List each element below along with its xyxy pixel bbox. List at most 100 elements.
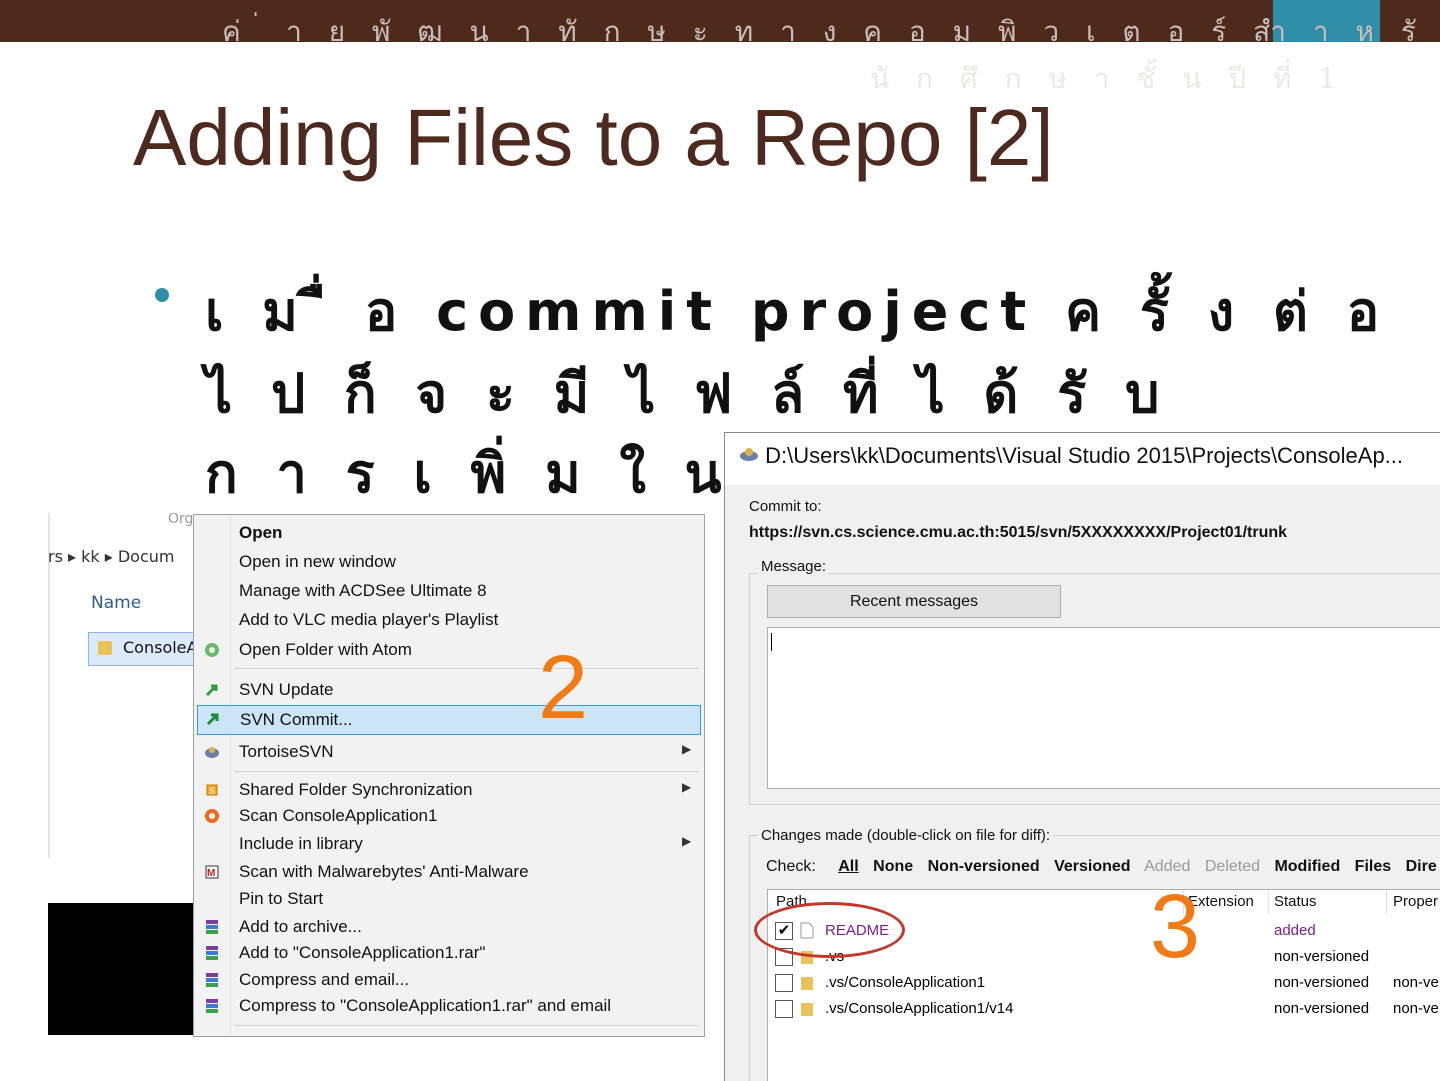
filter-modified[interactable]: Modified: [1274, 858, 1340, 875]
name-column-header[interactable]: Name: [91, 593, 141, 613]
black-panel: [48, 903, 198, 1035]
bullet-icon: [155, 288, 169, 302]
organize-menu[interactable]: Org: [168, 513, 193, 527]
text-caret: [771, 633, 772, 651]
dialog-title-text: D:\Users\kk\Documents\Visual Studio 2015…: [765, 443, 1404, 468]
menu-item-acdsee[interactable]: Manage with ACDSee Ultimate 8: [194, 578, 704, 604]
menu-item-compress-email[interactable]: Compress and email...: [194, 967, 704, 993]
commit-url: https://svn.cs.science.cmu.ac.th:5015/sv…: [749, 524, 1288, 541]
atom-icon: [204, 642, 220, 658]
submenu-arrow-icon: ▶: [682, 834, 692, 848]
commit-message-input[interactable]: [767, 627, 1440, 789]
winrar-icon: [204, 998, 220, 1014]
menu-item-vlc[interactable]: Add to VLC media player's Playlist: [194, 607, 704, 633]
menu-item-atom[interactable]: Open Folder with Atom: [194, 637, 704, 663]
menu-item-label: Add to "ConsoleApplication1.rar": [239, 943, 486, 962]
tortoise-icon: [204, 744, 220, 760]
folder-icon: [800, 974, 814, 991]
menu-item-label: Open Folder with Atom: [239, 640, 412, 659]
file-path: .vs/ConsoleApplication1: [825, 974, 986, 991]
slide-title: Adding Files to a Repo [2]: [133, 93, 1054, 182]
dialog-title: D:\Users\kk\Documents\Visual Studio 2015…: [739, 443, 1403, 469]
file-explorer-window: Org rs ▸ kk ▸ Docum Name ConsoleA: [48, 513, 198, 1035]
bullet-line-1: เ ม ื่ อ commit project ค รั้ ง ต่ อ: [205, 280, 1390, 343]
svg-text:M: M: [207, 868, 215, 879]
menu-separator: [234, 771, 699, 772]
menu-item-open[interactable]: Open: [194, 520, 704, 546]
file-checkbox[interactable]: [775, 1000, 793, 1018]
file-props: non-ve: [1393, 974, 1439, 991]
menu-item-add-to-archive[interactable]: Add to archive...: [194, 914, 704, 940]
filter-added[interactable]: Added: [1144, 858, 1190, 875]
svg-text:S: S: [209, 786, 215, 796]
banner-text: ค่ ่ า ย พั ฒ น า ทั ก ษ ะ ท า ง ค อ ม พ…: [222, 15, 1440, 48]
menu-item-tortoisesvn[interactable]: TortoiseSVN ▶: [194, 739, 704, 765]
column-separator: [1386, 890, 1387, 914]
svn-commit-dialog: D:\Users\kk\Documents\Visual Studio 2015…: [724, 432, 1440, 1081]
filter-versioned[interactable]: Versioned: [1054, 858, 1130, 875]
menu-item-label: Open in new window: [239, 552, 396, 571]
menu-item-label: Open: [239, 523, 283, 542]
menu-item-label: Add to archive...: [239, 917, 362, 936]
menu-item-malwarebytes[interactable]: M Scan with Malwarebytes' Anti-Malware: [194, 859, 704, 885]
menu-item-label: Manage with ACDSee Ultimate 8: [239, 581, 487, 600]
breadcrumb[interactable]: rs ▸ kk ▸ Docum: [48, 547, 174, 566]
menu-item-label: Scan ConsoleApplication1: [239, 806, 438, 825]
column-separator: [1268, 890, 1269, 914]
menu-item-label: Scan with Malwarebytes' Anti-Malware: [239, 862, 529, 881]
file-row-vs-consoleapp[interactable]: .vs/ConsoleApplication1 non-versioned no…: [768, 970, 1440, 996]
filter-none[interactable]: None: [873, 858, 913, 875]
menu-item-label: Pin to Start: [239, 889, 324, 908]
filter-non-versioned[interactable]: Non-versioned: [928, 858, 1040, 875]
sync-icon: S: [204, 782, 220, 798]
file-status: non-versioned: [1274, 1000, 1370, 1017]
readme-highlight-circle: [754, 902, 905, 958]
column-header-properties[interactable]: Proper: [1393, 893, 1438, 917]
message-label: Message:: [758, 558, 830, 575]
filter-all[interactable]: All: [838, 858, 858, 875]
submenu-arrow-icon: ▶: [682, 742, 692, 756]
svn-commit-icon: [205, 711, 221, 727]
menu-item-scan[interactable]: Scan ConsoleApplication1: [194, 803, 704, 829]
menu-item-shared-folder-sync[interactable]: S Shared Folder Synchronization ▶: [194, 777, 704, 803]
check-filter-row: Check: All None Non-versioned Versioned …: [766, 858, 1440, 876]
file-status: non-versioned: [1274, 948, 1370, 965]
file-props: non-ve: [1393, 1000, 1439, 1017]
file-status: non-versioned: [1274, 974, 1370, 991]
folder-icon: [800, 1000, 814, 1017]
check-label: Check:: [766, 858, 816, 875]
folder-label: ConsoleA: [123, 638, 198, 657]
submenu-arrow-icon: ▶: [682, 780, 692, 794]
malwarebytes-icon: M: [204, 864, 220, 880]
filter-deleted[interactable]: Deleted: [1205, 858, 1260, 875]
winrar-icon: [204, 945, 220, 961]
recent-messages-button[interactable]: Recent messages: [767, 585, 1061, 618]
menu-separator: [234, 1025, 699, 1026]
winrar-icon: [204, 919, 220, 935]
menu-item-svn-commit[interactable]: SVN Commit...: [197, 705, 701, 735]
context-menu: Open Open in new window Manage with ACDS…: [193, 514, 705, 1037]
step-number-2: 2: [538, 638, 589, 738]
menu-item-include-in-library[interactable]: Include in library ▶: [194, 831, 704, 857]
filter-directories[interactable]: Dire: [1406, 858, 1437, 875]
menu-separator: [234, 668, 699, 669]
menu-item-open-new-window[interactable]: Open in new window: [194, 549, 704, 575]
menu-item-pin-to-start[interactable]: Pin to Start: [194, 886, 704, 912]
svn-update-icon: [204, 682, 220, 698]
file-row-vs-consoleapp-v14[interactable]: .vs/ConsoleApplication1/v14 non-versione…: [768, 996, 1440, 1022]
menu-item-compress-rar-email[interactable]: Compress to "ConsoleApplication1.rar" an…: [194, 993, 704, 1019]
file-path: .vs/ConsoleApplication1/v14: [825, 1000, 1014, 1017]
folder-icon: [98, 641, 112, 655]
changes-label: Changes made (double-click on file for d…: [758, 827, 1054, 844]
column-header-status[interactable]: Status: [1274, 893, 1317, 917]
file-checkbox[interactable]: [775, 974, 793, 992]
bullet-line-3: ก า ร เ พิ่ ม ใ น: [205, 442, 732, 505]
menu-item-add-to-rar[interactable]: Add to "ConsoleApplication1.rar": [194, 940, 704, 966]
menu-item-label: Compress and email...: [239, 970, 410, 989]
menu-item-label: SVN Commit...: [240, 710, 353, 729]
selected-folder-row[interactable]: ConsoleA: [88, 632, 198, 666]
filter-files[interactable]: Files: [1355, 858, 1391, 875]
tortoise-icon: [739, 443, 759, 469]
menu-item-svn-update[interactable]: SVN Update: [194, 677, 704, 703]
menu-item-label: Add to VLC media player's Playlist: [239, 610, 499, 629]
